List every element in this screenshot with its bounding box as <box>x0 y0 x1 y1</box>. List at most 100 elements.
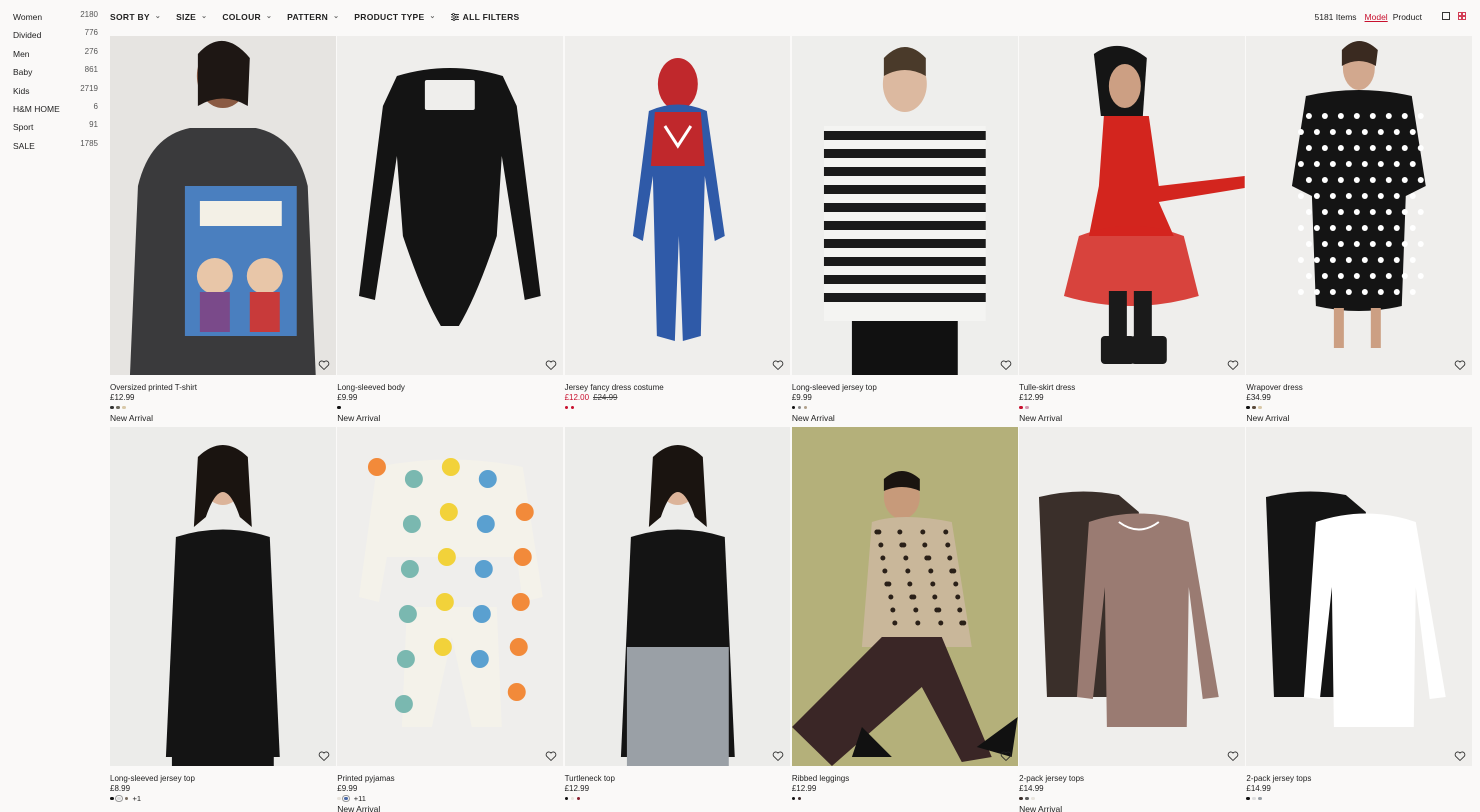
product-image[interactable] <box>564 36 791 375</box>
product-image[interactable] <box>1019 427 1245 766</box>
colour-swatch[interactable] <box>337 796 341 801</box>
colour-swatch[interactable] <box>1246 405 1250 410</box>
colour-swatch[interactable] <box>1025 796 1029 801</box>
colour-swatches <box>337 404 563 411</box>
product-image[interactable] <box>337 36 563 375</box>
colour-swatch[interactable] <box>797 796 802 801</box>
colour-swatch[interactable] <box>337 405 341 410</box>
sidebar-item-kids[interactable]: Kids 2719 <box>13 84 98 102</box>
product-card[interactable]: 2-pack jersey tops £14.99 New Arrival <box>1019 427 1245 812</box>
product-image[interactable] <box>791 427 1018 766</box>
product-name[interactable]: Long-sleeved jersey top <box>110 774 336 783</box>
sidebar-item-women[interactable]: Women 2180 <box>13 10 98 28</box>
colour-swatch[interactable] <box>564 796 569 801</box>
product-type-dropdown[interactable]: PRODUCT TYPE ⌄ <box>354 12 435 22</box>
favourite-heart-icon[interactable] <box>1454 358 1466 371</box>
favourite-heart-icon[interactable] <box>772 749 784 762</box>
product-card[interactable]: 2-pack jersey tops £14.99 <box>1246 427 1473 812</box>
product-image[interactable] <box>110 427 336 766</box>
colour-swatch[interactable] <box>110 796 114 801</box>
product-name[interactable]: Ribbed leggings <box>792 774 1018 783</box>
colour-swatch[interactable] <box>116 405 120 410</box>
product-name[interactable]: Long-sleeved jersey top <box>792 383 1018 392</box>
product-name[interactable]: Tulle-skirt dress <box>1019 383 1245 392</box>
product-name[interactable]: Oversized printed T-shirt <box>110 383 336 392</box>
product-card[interactable]: Jersey fancy dress costume £12.00 £24.99 <box>564 36 791 427</box>
product-card[interactable]: Oversized printed T-shirt £12.99 New Arriv… <box>110 36 336 427</box>
sidebar-item-sport[interactable]: Sport 91 <box>13 120 98 138</box>
product-view-toggle[interactable]: Product <box>1393 12 1422 22</box>
product-card[interactable]: Turtleneck top £12.99 <box>564 427 791 812</box>
sidebar-item-baby[interactable]: Baby 861 <box>13 65 98 83</box>
favourite-heart-icon[interactable] <box>1227 749 1239 762</box>
product-card[interactable]: Long-sleeved jersey top £8.99 +1 <box>110 427 336 812</box>
large-grid-icon[interactable] <box>1442 12 1452 22</box>
colour-swatch[interactable] <box>803 405 808 410</box>
model-view-toggle[interactable]: Model <box>1365 12 1388 22</box>
favourite-heart-icon[interactable] <box>1227 358 1239 371</box>
product-card[interactable]: Printed pyjamas £9.99 +11 New Arrival <box>337 427 563 812</box>
favourite-heart-icon[interactable] <box>1454 749 1466 762</box>
colour-swatch[interactable] <box>1258 405 1262 410</box>
favourite-heart-icon[interactable] <box>318 749 330 762</box>
colour-swatch[interactable] <box>791 796 796 801</box>
product-image[interactable] <box>110 36 336 375</box>
colour-swatch[interactable] <box>122 405 126 410</box>
colour-swatch[interactable] <box>1252 796 1256 801</box>
product-name[interactable]: Turtleneck top <box>565 774 791 783</box>
colour-swatch[interactable] <box>1252 405 1256 410</box>
colour-swatch[interactable] <box>797 405 802 410</box>
product-card[interactable]: Ribbed leggings £12.99 <box>791 427 1018 812</box>
product-name[interactable]: Wrapover dress <box>1246 383 1472 392</box>
favourite-heart-icon[interactable] <box>545 358 557 371</box>
colour-swatch[interactable] <box>1025 405 1029 410</box>
sidebar-item-men[interactable]: Men 276 <box>13 47 98 65</box>
favourite-heart-icon[interactable] <box>1000 749 1012 762</box>
colour-swatch[interactable] <box>1258 796 1262 801</box>
colour-swatch[interactable] <box>115 795 123 802</box>
favourite-heart-icon[interactable] <box>318 358 330 371</box>
more-colours-count[interactable]: +1 <box>133 794 142 803</box>
product-image[interactable] <box>1019 36 1245 375</box>
colour-swatch[interactable] <box>1031 796 1035 801</box>
product-card[interactable]: Tulle-skirt dress £12.99 New Arrival <box>1019 36 1245 427</box>
sidebar-item-count: 276 <box>84 46 98 56</box>
favourite-heart-icon[interactable] <box>772 358 784 371</box>
pattern-dropdown[interactable]: PATTERN ⌄ <box>287 12 339 22</box>
favourite-heart-icon[interactable] <box>545 749 557 762</box>
product-name[interactable]: Long-sleeved body <box>337 383 563 392</box>
size-dropdown[interactable]: SIZE ⌄ <box>176 12 207 22</box>
colour-swatch[interactable] <box>1019 796 1023 801</box>
favourite-heart-icon[interactable] <box>1000 358 1012 371</box>
colour-swatch[interactable] <box>570 796 575 801</box>
colour-swatch[interactable] <box>570 405 575 410</box>
colour-swatch[interactable] <box>576 796 581 801</box>
colour-swatch[interactable] <box>110 405 114 410</box>
product-image[interactable] <box>1246 36 1473 375</box>
colour-swatch[interactable] <box>124 796 128 801</box>
more-colours-count[interactable]: +11 <box>354 794 366 803</box>
all-filters-button[interactable]: ALL FILTERS <box>450 12 520 22</box>
product-image[interactable] <box>564 427 791 766</box>
product-name[interactable]: Jersey fancy dress costume <box>565 383 791 392</box>
product-image[interactable] <box>791 36 1018 375</box>
colour-dropdown[interactable]: COLOUR ⌄ <box>222 12 272 22</box>
product-image[interactable] <box>337 427 563 766</box>
colour-swatch[interactable] <box>1246 796 1250 801</box>
product-name[interactable]: Printed pyjamas <box>337 774 563 783</box>
small-grid-icon[interactable] <box>1458 12 1468 22</box>
sort-by-dropdown[interactable]: SORT BY ⌄ <box>110 12 161 22</box>
colour-swatch[interactable] <box>342 795 350 802</box>
sidebar-item-sale[interactable]: SALE 1785 <box>13 139 98 157</box>
colour-swatch[interactable] <box>1019 405 1023 410</box>
product-card[interactable]: Wrapover dress £34.99 New Arrival <box>1246 36 1473 427</box>
product-image[interactable] <box>1246 427 1473 766</box>
product-name[interactable]: 2-pack jersey tops <box>1019 774 1245 783</box>
product-name[interactable]: 2-pack jersey tops <box>1246 774 1472 783</box>
colour-swatch[interactable] <box>564 405 569 410</box>
product-card[interactable]: Long-sleeved jersey top £9.99 New Arrival <box>791 36 1018 427</box>
sidebar-item-divided[interactable]: Divided 776 <box>13 28 98 46</box>
colour-swatch[interactable] <box>791 405 796 410</box>
sidebar-item-home[interactable]: H&M HOME 6 <box>13 102 98 120</box>
product-card[interactable]: Long-sleeved body £9.99 New Arrival <box>337 36 563 427</box>
